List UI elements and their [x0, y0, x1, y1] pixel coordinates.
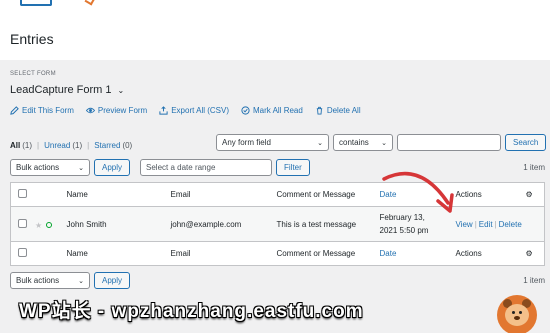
watermark-text: WP站长 - wpzhanzhang.eastfu.com	[19, 301, 364, 322]
date-range-input[interactable]: Select a date range	[140, 159, 273, 176]
footer-column-actions: Actions	[455, 249, 482, 258]
column-message[interactable]: Comment or Message	[273, 183, 376, 207]
row-checkbox-cell: ★	[11, 207, 63, 242]
form-actions: Edit This Form Preview Form Export All (…	[10, 106, 361, 115]
items-count-bottom: 1 item	[523, 276, 545, 285]
chevron-down-icon: ⌄	[317, 139, 323, 147]
search-input[interactable]	[397, 134, 501, 151]
chevron-down-icon: ⌄	[117, 85, 125, 95]
search-field-select[interactable]: Any form field ⌄	[216, 134, 329, 151]
filter-unread-count: (1)	[72, 141, 83, 150]
bulk-actions-select[interactable]: Bulk actions ⌄	[10, 159, 90, 176]
action-separator: |	[474, 219, 477, 229]
footer-column-name[interactable]: Name	[63, 242, 167, 266]
form-selector[interactable]: LeadCapture Form 1 ⌄	[10, 84, 124, 96]
edit-link[interactable]: Edit	[479, 220, 493, 229]
filter-separator: |	[87, 141, 90, 150]
apply-button-bottom[interactable]: Apply	[94, 272, 131, 289]
logo-accent-icon	[84, 0, 96, 6]
delete-all-label: Delete All	[326, 106, 361, 115]
footer-column-message[interactable]: Comment or Message	[273, 242, 376, 266]
entries-table: Name Email Comment or Message Date Actio…	[10, 182, 545, 266]
footer-checkbox-cell	[11, 242, 63, 266]
row-name: John Smith	[66, 219, 107, 229]
bulk-actions-top: Bulk actions ⌄ Apply Select a date range…	[10, 159, 310, 176]
mark-all-read-link[interactable]: Mark All Read	[241, 106, 303, 115]
column-actions: Actions	[455, 190, 482, 199]
search-field-value: Any form field	[222, 138, 271, 147]
bulk-actions-bottom: Bulk actions ⌄ Apply	[10, 272, 131, 289]
bulk-actions-value-bottom: Bulk actions	[16, 276, 60, 285]
page-title: Entries	[10, 31, 54, 47]
row-email: john@example.com	[170, 219, 242, 229]
row-checkbox[interactable]	[18, 218, 27, 228]
header-checkbox-cell	[11, 183, 63, 207]
filter-unread[interactable]: Unread	[44, 141, 70, 150]
delete-all-link[interactable]: Delete All	[315, 106, 361, 115]
circle-check-icon	[241, 106, 250, 115]
column-name[interactable]: Name	[63, 183, 167, 207]
action-separator: |	[494, 219, 497, 229]
row-message: This is a test message	[276, 219, 357, 229]
mark-all-read-label: Mark All Read	[253, 106, 303, 115]
bulk-actions-select-bottom[interactable]: Bulk actions ⌄	[10, 272, 90, 289]
preview-form-link[interactable]: Preview Form	[85, 106, 148, 115]
table-header: Name Email Comment or Message Date Actio…	[10, 183, 545, 207]
unread-indicator-icon[interactable]	[46, 222, 53, 229]
export-icon	[159, 106, 168, 115]
chevron-down-icon: ⌄	[381, 139, 387, 147]
star-icon[interactable]: ★	[35, 221, 42, 230]
filter-all-count: (1)	[22, 141, 33, 150]
select-all-checkbox[interactable]	[18, 189, 27, 198]
filter-all[interactable]: All	[10, 141, 20, 150]
chevron-down-icon: ⌄	[78, 277, 84, 285]
filter-starred[interactable]: Starred	[94, 141, 120, 150]
apply-button[interactable]: Apply	[94, 159, 131, 176]
column-settings-icon[interactable]: ⚙	[522, 183, 545, 207]
annotation-arrow-icon	[382, 171, 454, 213]
search-button[interactable]: Search	[505, 134, 547, 151]
eye-icon	[85, 107, 95, 114]
filter-starred-count: (0)	[122, 141, 133, 150]
export-csv-label: Export All (CSV)	[171, 106, 230, 115]
footer-column-email[interactable]: Email	[167, 242, 273, 266]
export-csv-link[interactable]: Export All (CSV)	[159, 106, 229, 115]
edit-form-link[interactable]: Edit This Form	[10, 106, 74, 115]
delete-link[interactable]: Delete	[499, 220, 522, 229]
footer-column-date-label: Date	[379, 249, 397, 258]
form-selector-value: LeadCapture Form 1	[10, 84, 112, 96]
footer-column-date[interactable]: Date	[376, 242, 452, 266]
preview-form-label: Preview Form	[97, 106, 148, 115]
entry-filters: All (1) | Unread (1) | Starred (0)	[10, 141, 132, 150]
items-count: 1 item	[523, 163, 545, 172]
search-bar: Any form field ⌄ contains ⌄ Search	[216, 134, 547, 151]
chevron-down-icon: ⌄	[78, 164, 84, 172]
row-actions: View | Edit | Delete	[452, 207, 545, 242]
table-footer: Name Email Comment or Message Date Actio…	[10, 241, 545, 266]
trash-icon	[316, 106, 323, 115]
column-email[interactable]: Email	[167, 183, 273, 207]
bear-mascot-icon	[497, 295, 537, 333]
select-all-checkbox-footer[interactable]	[18, 248, 27, 257]
footer-settings-icon[interactable]: ⚙	[522, 242, 545, 266]
pencil-icon	[10, 106, 19, 115]
select-form-label: SELECT FORM	[10, 71, 56, 77]
wpforms-logo-icon	[20, 0, 52, 6]
bulk-actions-value: Bulk actions	[16, 163, 60, 172]
table-row: ★ John Smith john@example.com This is a …	[10, 206, 545, 242]
filter-separator: |	[37, 141, 40, 150]
search-operator-value: contains	[339, 138, 369, 147]
page-header: Entries	[0, 0, 550, 60]
filter-button[interactable]: Filter	[276, 159, 310, 176]
search-operator-select[interactable]: contains ⌄	[333, 134, 393, 151]
row-date-line2: 2021 5:50 pm	[379, 226, 429, 235]
edit-form-label: Edit This Form	[22, 106, 74, 115]
